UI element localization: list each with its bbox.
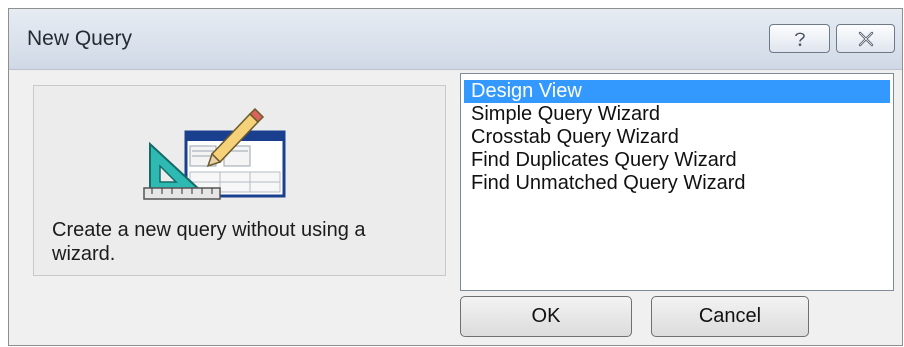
cancel-button[interactable]: Cancel <box>651 296 809 337</box>
help-button[interactable] <box>769 24 830 53</box>
dialog-title: New Query <box>27 27 133 50</box>
list-item-crosstab-query-wizard[interactable]: Crosstab Query Wizard <box>464 126 890 149</box>
close-button[interactable] <box>836 24 895 53</box>
title-bar: New Query <box>9 9 902 70</box>
list-item-find-duplicates-query-wizard[interactable]: Find Duplicates Query Wizard <box>464 149 890 172</box>
ok-button[interactable]: OK <box>460 296 632 337</box>
query-design-icon <box>143 108 286 200</box>
close-icon <box>858 31 873 46</box>
description-panel: Create a new query without using a wizar… <box>33 85 446 276</box>
question-icon <box>794 32 805 46</box>
list-item-simple-query-wizard[interactable]: Simple Query Wizard <box>464 103 890 126</box>
list-item-find-unmatched-query-wizard[interactable]: Find Unmatched Query Wizard <box>464 172 890 195</box>
query-description: Create a new query without using a wizar… <box>52 219 366 265</box>
query-type-list[interactable]: Design View Simple Query Wizard Crosstab… <box>460 73 894 291</box>
new-query-dialog: New Query Create a new query without usi… <box>8 8 903 346</box>
list-item-design-view[interactable]: Design View <box>464 80 890 103</box>
